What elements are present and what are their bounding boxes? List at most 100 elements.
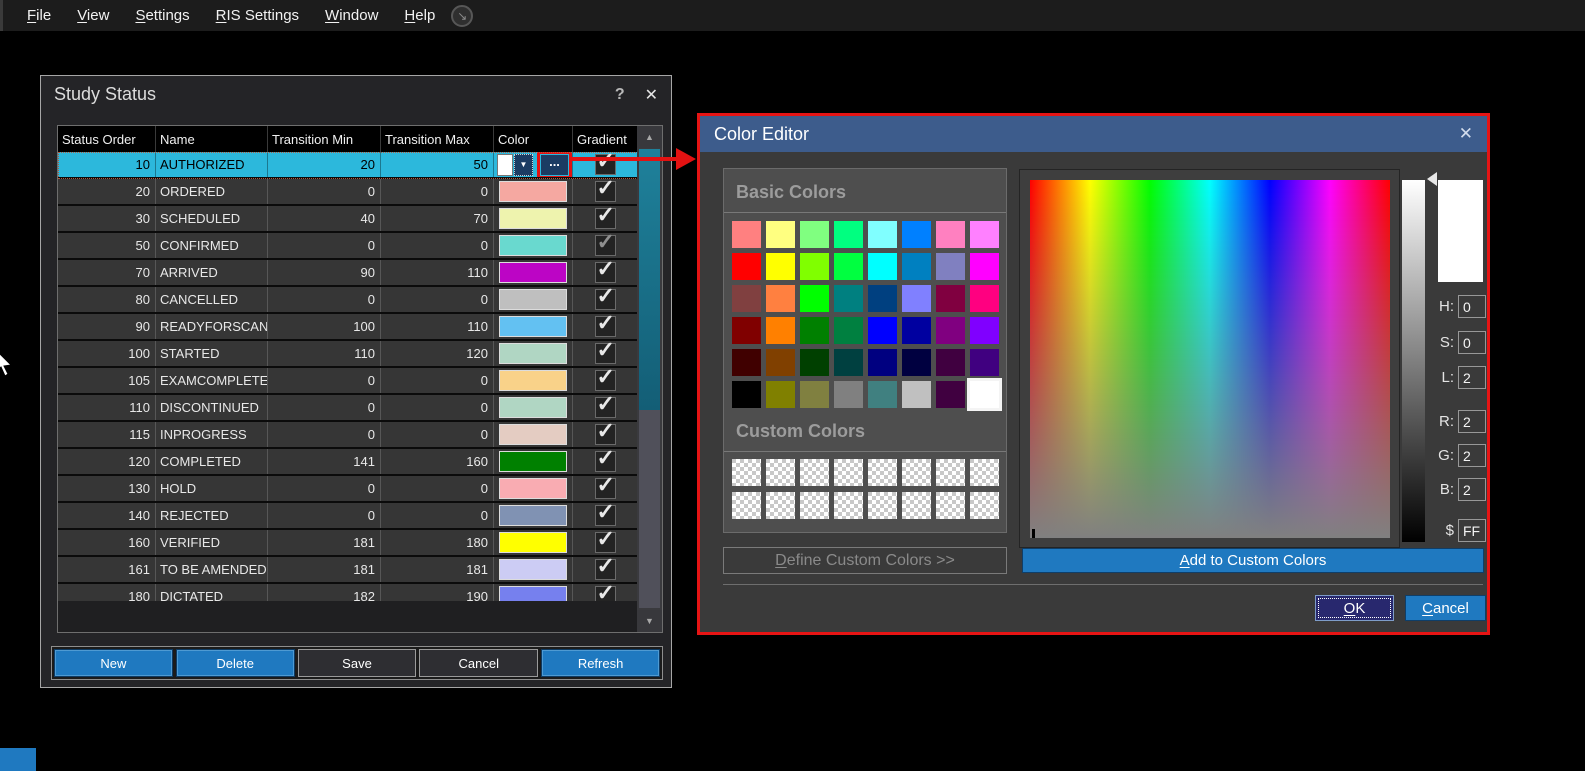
color-swatch[interactable] <box>499 532 567 553</box>
gradient-checkbox[interactable]: ✓ <box>595 451 616 472</box>
ok-button[interactable]: OK <box>1315 595 1394 621</box>
basic-color-swatch[interactable] <box>834 349 863 376</box>
table-row[interactable]: 180DICTATED182190✓ <box>58 584 638 601</box>
basic-color-swatch[interactable] <box>902 285 931 312</box>
basic-color-swatch[interactable] <box>834 285 863 312</box>
column-header[interactable]: Status Order <box>58 126 156 152</box>
color-swatch[interactable] <box>499 505 567 526</box>
color-swatch[interactable] <box>499 262 567 283</box>
scrollbar-track[interactable] <box>639 410 660 608</box>
table-row[interactable]: 100STARTED110120✓ <box>58 341 638 368</box>
basic-color-swatch[interactable] <box>970 317 999 344</box>
custom-color-slot[interactable] <box>970 459 999 486</box>
color-swatch[interactable] <box>499 370 567 391</box>
custom-color-slot[interactable] <box>868 492 897 519</box>
basic-color-swatch[interactable] <box>834 317 863 344</box>
custom-color-slot[interactable] <box>766 492 795 519</box>
column-header[interactable]: Color <box>494 126 573 152</box>
table-row[interactable]: 120COMPLETED141160✓ <box>58 449 638 476</box>
gradient-checkbox[interactable]: ✓ <box>595 181 616 202</box>
gradient-checkbox[interactable]: ✓ <box>595 505 616 526</box>
column-header[interactable]: Transition Min <box>268 126 381 152</box>
value-input[interactable]: FF <box>1458 519 1486 542</box>
basic-color-swatch[interactable] <box>800 285 829 312</box>
basic-color-swatch[interactable] <box>732 285 761 312</box>
window-arrow-icon[interactable]: ↘ <box>451 5 473 27</box>
menu-item-ris-settings[interactable]: RIS Settings <box>203 3 312 28</box>
gradient-checkbox[interactable]: ✓ <box>595 262 616 283</box>
gradient-checkbox[interactable]: ✓ <box>595 370 616 391</box>
gradient-checkbox[interactable]: ✓ <box>595 532 616 553</box>
basic-color-swatch[interactable] <box>800 317 829 344</box>
new-button[interactable]: New <box>54 649 173 677</box>
custom-color-slot[interactable] <box>936 459 965 486</box>
save-button[interactable]: Save <box>298 649 417 677</box>
value-input[interactable]: 2 <box>1458 478 1486 501</box>
basic-color-swatch[interactable] <box>732 349 761 376</box>
column-header[interactable]: Gradient <box>573 126 638 152</box>
color-swatch[interactable] <box>499 181 567 202</box>
color-swatch[interactable] <box>499 586 567 601</box>
column-header[interactable]: Name <box>156 126 268 152</box>
basic-color-swatch[interactable] <box>868 221 897 248</box>
basic-color-swatch[interactable] <box>868 381 897 408</box>
basic-color-swatch[interactable] <box>936 381 965 408</box>
cancel-button[interactable]: Cancel <box>419 649 538 677</box>
color-swatch[interactable] <box>499 316 567 337</box>
table-row[interactable]: 110DISCONTINUED00✓ <box>58 395 638 422</box>
basic-color-swatch[interactable] <box>868 285 897 312</box>
delete-button[interactable]: Delete <box>176 649 295 677</box>
color-swatch[interactable] <box>499 559 567 580</box>
gradient-checkbox[interactable]: ✓ <box>595 397 616 418</box>
table-row[interactable]: 160VERIFIED181180✓ <box>58 530 638 557</box>
value-input[interactable]: 0 <box>1458 331 1486 354</box>
basic-color-swatch[interactable] <box>936 317 965 344</box>
add-to-custom-colors-button[interactable]: Add to Custom Colors <box>1022 548 1484 573</box>
basic-color-swatch[interactable] <box>970 221 999 248</box>
basic-color-swatch[interactable] <box>766 381 795 408</box>
basic-color-swatch[interactable] <box>766 349 795 376</box>
basic-color-swatch[interactable] <box>732 381 761 408</box>
basic-color-swatch[interactable] <box>732 253 761 280</box>
basic-color-swatch[interactable] <box>868 349 897 376</box>
gradient-checkbox[interactable]: ✓ <box>595 316 616 337</box>
color-swatch[interactable] <box>499 478 567 499</box>
custom-color-slot[interactable] <box>834 459 863 486</box>
table-row[interactable]: 105EXAMCOMPLETED00✓ <box>58 368 638 395</box>
menu-item-file[interactable]: File <box>14 3 64 28</box>
basic-color-swatch[interactable] <box>868 317 897 344</box>
custom-color-slot[interactable] <box>732 492 761 519</box>
table-row[interactable]: 30SCHEDULED4070✓ <box>58 206 638 233</box>
basic-color-swatch[interactable] <box>766 221 795 248</box>
custom-color-slot[interactable] <box>936 492 965 519</box>
basic-color-swatch[interactable] <box>766 317 795 344</box>
scroll-down-icon[interactable]: ▼ <box>637 610 662 632</box>
custom-color-slot[interactable] <box>868 459 897 486</box>
basic-color-swatch[interactable] <box>868 253 897 280</box>
close-icon[interactable]: ✕ <box>645 85 658 105</box>
cancel-button[interactable]: Cancel <box>1405 595 1486 621</box>
gradient-checkbox[interactable]: ✓ <box>595 478 616 499</box>
custom-color-slot[interactable] <box>732 459 761 486</box>
basic-color-swatch[interactable] <box>800 221 829 248</box>
gradient-checkbox[interactable]: ✓ <box>595 424 616 445</box>
table-row[interactable]: 90READYFORSCAN100110✓ <box>58 314 638 341</box>
basic-color-swatch[interactable] <box>902 253 931 280</box>
study-status-titlebar[interactable]: Study Status ? ✕ <box>41 76 671 113</box>
gradient-checkbox[interactable]: ✓ <box>595 235 616 256</box>
custom-color-slot[interactable] <box>902 459 931 486</box>
custom-color-slot[interactable] <box>766 459 795 486</box>
basic-color-swatch[interactable] <box>800 253 829 280</box>
basic-color-swatch[interactable] <box>902 349 931 376</box>
gradient-checkbox[interactable]: ✓ <box>595 208 616 229</box>
color-swatch[interactable] <box>499 397 567 418</box>
color-picker-ellipsis-button[interactable]: ... <box>541 155 568 175</box>
color-swatch[interactable] <box>499 451 567 472</box>
menu-item-help[interactable]: Help <box>391 3 448 28</box>
color-swatch[interactable] <box>499 235 567 256</box>
gradient-checkbox[interactable]: ✓ <box>595 343 616 364</box>
basic-color-swatch[interactable] <box>732 317 761 344</box>
table-scrollbar[interactable]: ▲ ▼ <box>637 126 662 632</box>
custom-color-slot[interactable] <box>834 492 863 519</box>
color-swatch[interactable] <box>499 424 567 445</box>
